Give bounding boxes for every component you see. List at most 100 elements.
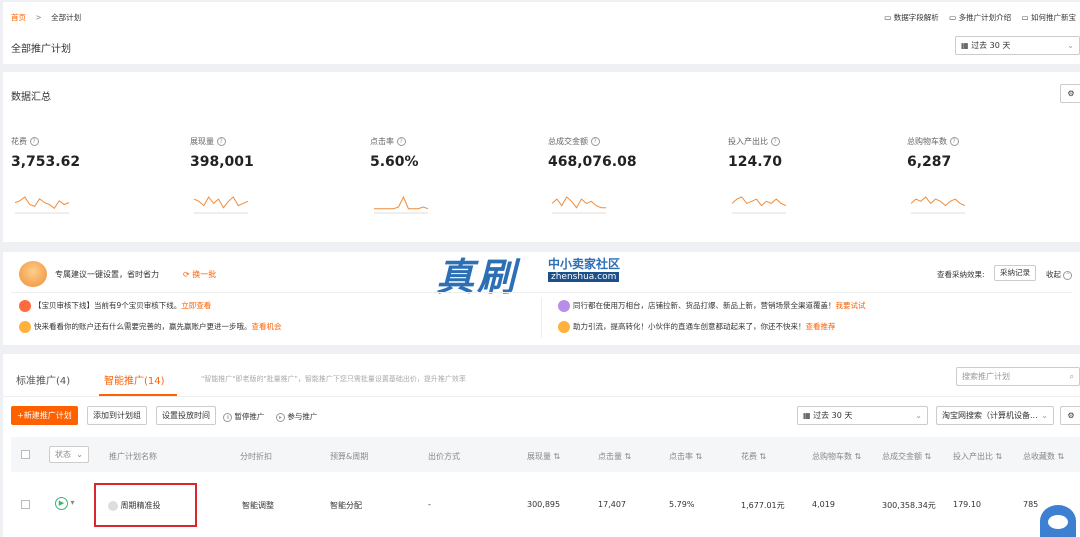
add-to-group-button[interactable]: 添加到计划组	[87, 406, 147, 425]
pause-button[interactable]: ॥ 暂停推广	[223, 411, 264, 422]
suggestion-item[interactable]: 快来看看你的账户还有什么需要完善的，赢先赢账户更进一步哦。查看机会	[19, 321, 282, 333]
breadcrumb-separator: >	[35, 13, 42, 22]
play-icon: ▸	[276, 412, 285, 422]
sparkline	[911, 196, 965, 214]
chevron-down-icon: ⌄	[1041, 411, 1048, 420]
help-icon[interactable]: ?	[216, 137, 226, 146]
tab-standard[interactable]: 标准推广(4)	[16, 372, 70, 387]
gear-icon: ⚙	[1067, 411, 1075, 420]
search-icon: ⌕	[1069, 372, 1074, 381]
tab-smart[interactable]: 智能推广(14)	[104, 372, 165, 387]
vertical-divider	[541, 298, 542, 338]
metric-value: 468,076.08	[548, 154, 637, 170]
date-range-select[interactable]: ▦ 过去 30 天 ⌄	[955, 36, 1080, 55]
suggestion-item[interactable]: 助力引流，提高转化！小伙伴的直通车创意都动起来了，你还不快来！查看推荐	[558, 321, 836, 333]
metric-value: 3,753.62	[11, 154, 81, 170]
metric-label: 总购物车数 ?	[907, 136, 1067, 147]
cell-gmv: 300,358.34元	[882, 501, 936, 510]
header-cart[interactable]: 总购物车数 ⇅	[812, 451, 861, 462]
metric-2: 点击率 ? 5.60%	[370, 136, 530, 226]
mascot-face	[1048, 515, 1068, 529]
metric-4: 投入产出比 ? 124.70	[728, 136, 888, 226]
suggestion-item[interactable]: 同行都在使用万相台，店铺拉新、货品打爆、新品上新，营销场景全渠道覆盖！我要试试	[558, 300, 866, 312]
sort-icon: ⇅	[759, 452, 767, 461]
table-settings-button[interactable]: ⚙	[1060, 406, 1080, 425]
status-filter-select[interactable]: 状态 ⌄	[49, 446, 89, 463]
sparkline-line	[911, 196, 965, 207]
suggestion-item[interactable]: 【宝贝审核下线】当前有9个宝贝审核下线。立即查看	[19, 300, 211, 312]
help-icon[interactable]: ?	[949, 137, 959, 146]
help-icon[interactable]: ?	[770, 137, 780, 146]
chevron-down-icon: ⌄	[1067, 41, 1074, 50]
header-ctr[interactable]: 点击率 ⇅	[669, 451, 702, 462]
refresh-icon: ⟳	[183, 270, 190, 279]
metric-value: 5.60%	[370, 154, 419, 170]
set-time-button[interactable]: 设置投放时间	[156, 406, 216, 425]
refresh-link[interactable]: ⟳ 换一批	[183, 269, 216, 280]
chevron-down-icon: ⌄	[76, 450, 83, 459]
sort-icon: ⇅	[995, 452, 1003, 461]
data-field-guide-link[interactable]: ▭ 数据字段解析	[884, 13, 938, 22]
metric-1: 展现量 ? 398,001	[190, 136, 350, 226]
header-gmv[interactable]: 总成交金额 ⇅	[882, 451, 931, 462]
calendar-icon: ▦	[961, 41, 969, 50]
metric-label: 花费 ?	[11, 136, 171, 147]
gear-icon: ⚙	[1067, 89, 1075, 98]
help-icon[interactable]: ?	[396, 137, 406, 146]
watermark-url: zhenshua.com	[548, 272, 620, 282]
row-status-toggle[interactable]: ▶ ▾	[55, 497, 75, 510]
header-clicks[interactable]: 点击量 ⇅	[598, 451, 631, 462]
plan-name-link[interactable]: 周期精准投	[108, 500, 161, 511]
select-all-checkbox[interactable]	[21, 450, 30, 459]
video-icon: ▭	[1021, 13, 1029, 22]
new-plan-button[interactable]: +新建推广计划	[11, 406, 78, 425]
divider	[11, 292, 1072, 293]
settings-button[interactable]: ⚙	[1060, 84, 1080, 103]
cell-time-discount[interactable]: 智能调整	[242, 500, 274, 511]
sparkline	[194, 196, 248, 214]
header-favorites[interactable]: 总收藏数 ⇅	[1023, 451, 1064, 462]
sparkline	[552, 196, 606, 214]
header-impressions[interactable]: 展现量 ⇅	[527, 451, 560, 462]
header-roi[interactable]: 投入产出比 ⇅	[953, 451, 1002, 462]
metric-label: 总成交金额 ?	[548, 136, 708, 147]
chat-icon	[19, 321, 31, 333]
header-time-discount: 分时折扣	[240, 452, 272, 461]
breadcrumb-home[interactable]: 首页	[11, 13, 26, 22]
cell-bid-method: -	[428, 500, 431, 509]
header-bid-method: 出价方式	[428, 452, 460, 461]
metric-label: 展现量 ?	[190, 136, 350, 147]
adopt-record-button[interactable]: 采纳记录	[994, 265, 1036, 281]
suggestion-card: 专属建议一键设置，省时省力 ⟳ 换一批 真刷 中小卖家社区 zhenshua.c…	[3, 252, 1080, 345]
cell-favorites: 785	[1023, 500, 1039, 509]
sort-icon: ⇅	[695, 452, 703, 461]
adopt-effect-label: 查看采纳效果:	[937, 270, 985, 279]
breadcrumb-current: 全部计划	[51, 13, 82, 22]
chat-icon	[558, 321, 570, 333]
row-checkbox[interactable]	[21, 500, 30, 509]
channel-select[interactable]: 淘宝网搜索（计算机设备... ⌄	[936, 406, 1054, 425]
sparkline	[374, 195, 428, 214]
calendar-icon: ▦	[803, 411, 811, 420]
assistant-mascot-icon[interactable]	[1040, 505, 1076, 537]
watermark-sub: 中小卖家社区	[548, 257, 621, 271]
collapse-link[interactable]: 收起 ⌃	[1046, 269, 1073, 280]
chevron-down-icon: ⌄	[915, 411, 922, 420]
how-to-promote-link[interactable]: ▭ 如何推广新宝	[1022, 13, 1076, 22]
sort-icon: ⇅	[1057, 452, 1065, 461]
cell-budget[interactable]: 智能分配	[330, 500, 362, 511]
cell-cost: 1,677.01元	[741, 501, 785, 510]
header-plan-name: 推广计划名称	[109, 452, 157, 461]
sort-icon: ⇅	[553, 452, 561, 461]
tabs-divider	[3, 396, 1080, 397]
header-cost[interactable]: 花费 ⇅	[741, 451, 766, 462]
help-icon[interactable]: ?	[590, 137, 600, 146]
help-icon[interactable]: ?	[29, 137, 39, 146]
multi-plan-intro-link[interactable]: ▭ 多推广计划介绍	[949, 13, 1011, 22]
sparkline	[15, 196, 69, 214]
search-input[interactable]: 搜索推广计划 ⌕	[956, 367, 1080, 386]
table-date-select[interactable]: ▦ 过去 30 天 ⌄	[797, 406, 928, 425]
robot-avatar	[19, 261, 47, 287]
sparkline-line	[15, 196, 69, 210]
join-button[interactable]: ▸ 参与推广	[276, 411, 317, 422]
